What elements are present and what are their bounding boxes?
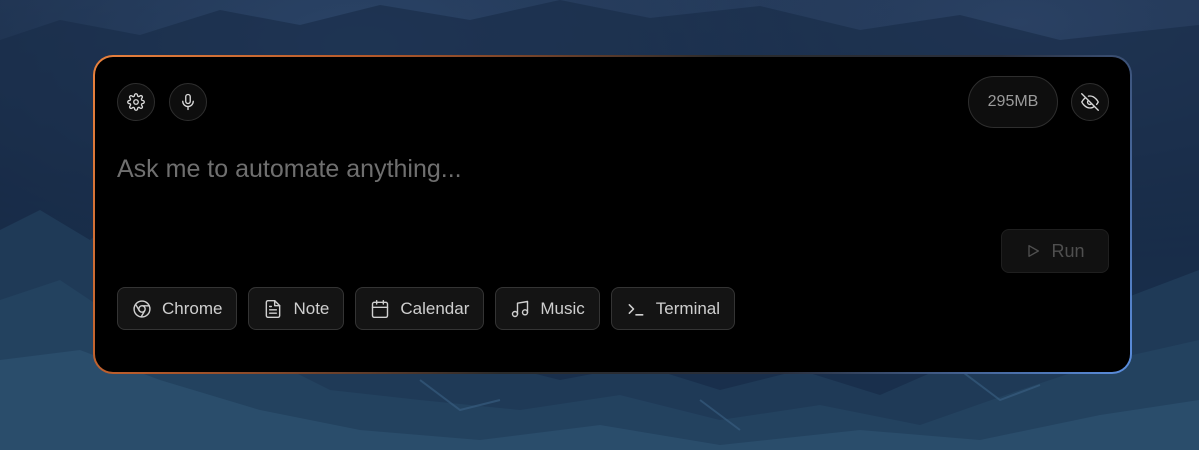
microphone-icon (182, 93, 194, 111)
chrome-icon (133, 299, 151, 318)
app-chip-label: Music (540, 298, 585, 318)
app-chip-label: Calendar (400, 298, 470, 318)
app-chip-music[interactable]: Music (495, 287, 600, 330)
app-chip-label: Terminal (655, 298, 721, 318)
hide-visibility-button[interactable] (1071, 83, 1109, 121)
desktop-wallpaper: 295MB Run (0, 0, 1199, 450)
settings-button[interactable] (117, 83, 155, 121)
app-chip-calendar[interactable]: Calendar (355, 287, 485, 330)
run-button[interactable]: Run (1001, 229, 1109, 273)
microphone-button[interactable] (169, 83, 207, 121)
app-chip-label: Note (293, 298, 330, 318)
app-chip-terminal[interactable]: Terminal (610, 287, 736, 330)
app-chip-note[interactable]: Note (248, 287, 345, 330)
calendar-icon (372, 299, 389, 318)
eye-off-icon (1081, 93, 1099, 111)
prompt-input[interactable] (117, 149, 1097, 189)
play-icon (1028, 245, 1040, 257)
app-shortcuts: Chrome Note Calendar Music Terminal (117, 287, 736, 330)
app-chip-label: Chrome (162, 298, 223, 318)
memory-usage-badge: 295MB (968, 76, 1058, 128)
app-chip-chrome[interactable]: Chrome (117, 287, 238, 330)
gear-icon (127, 93, 145, 111)
command-panel: 295MB Run (95, 57, 1130, 372)
run-button-label: Run (1051, 240, 1085, 261)
command-panel-border: 295MB Run (93, 55, 1132, 374)
document-icon (266, 299, 281, 318)
terminal-icon (628, 303, 644, 316)
music-note-icon (512, 300, 529, 317)
